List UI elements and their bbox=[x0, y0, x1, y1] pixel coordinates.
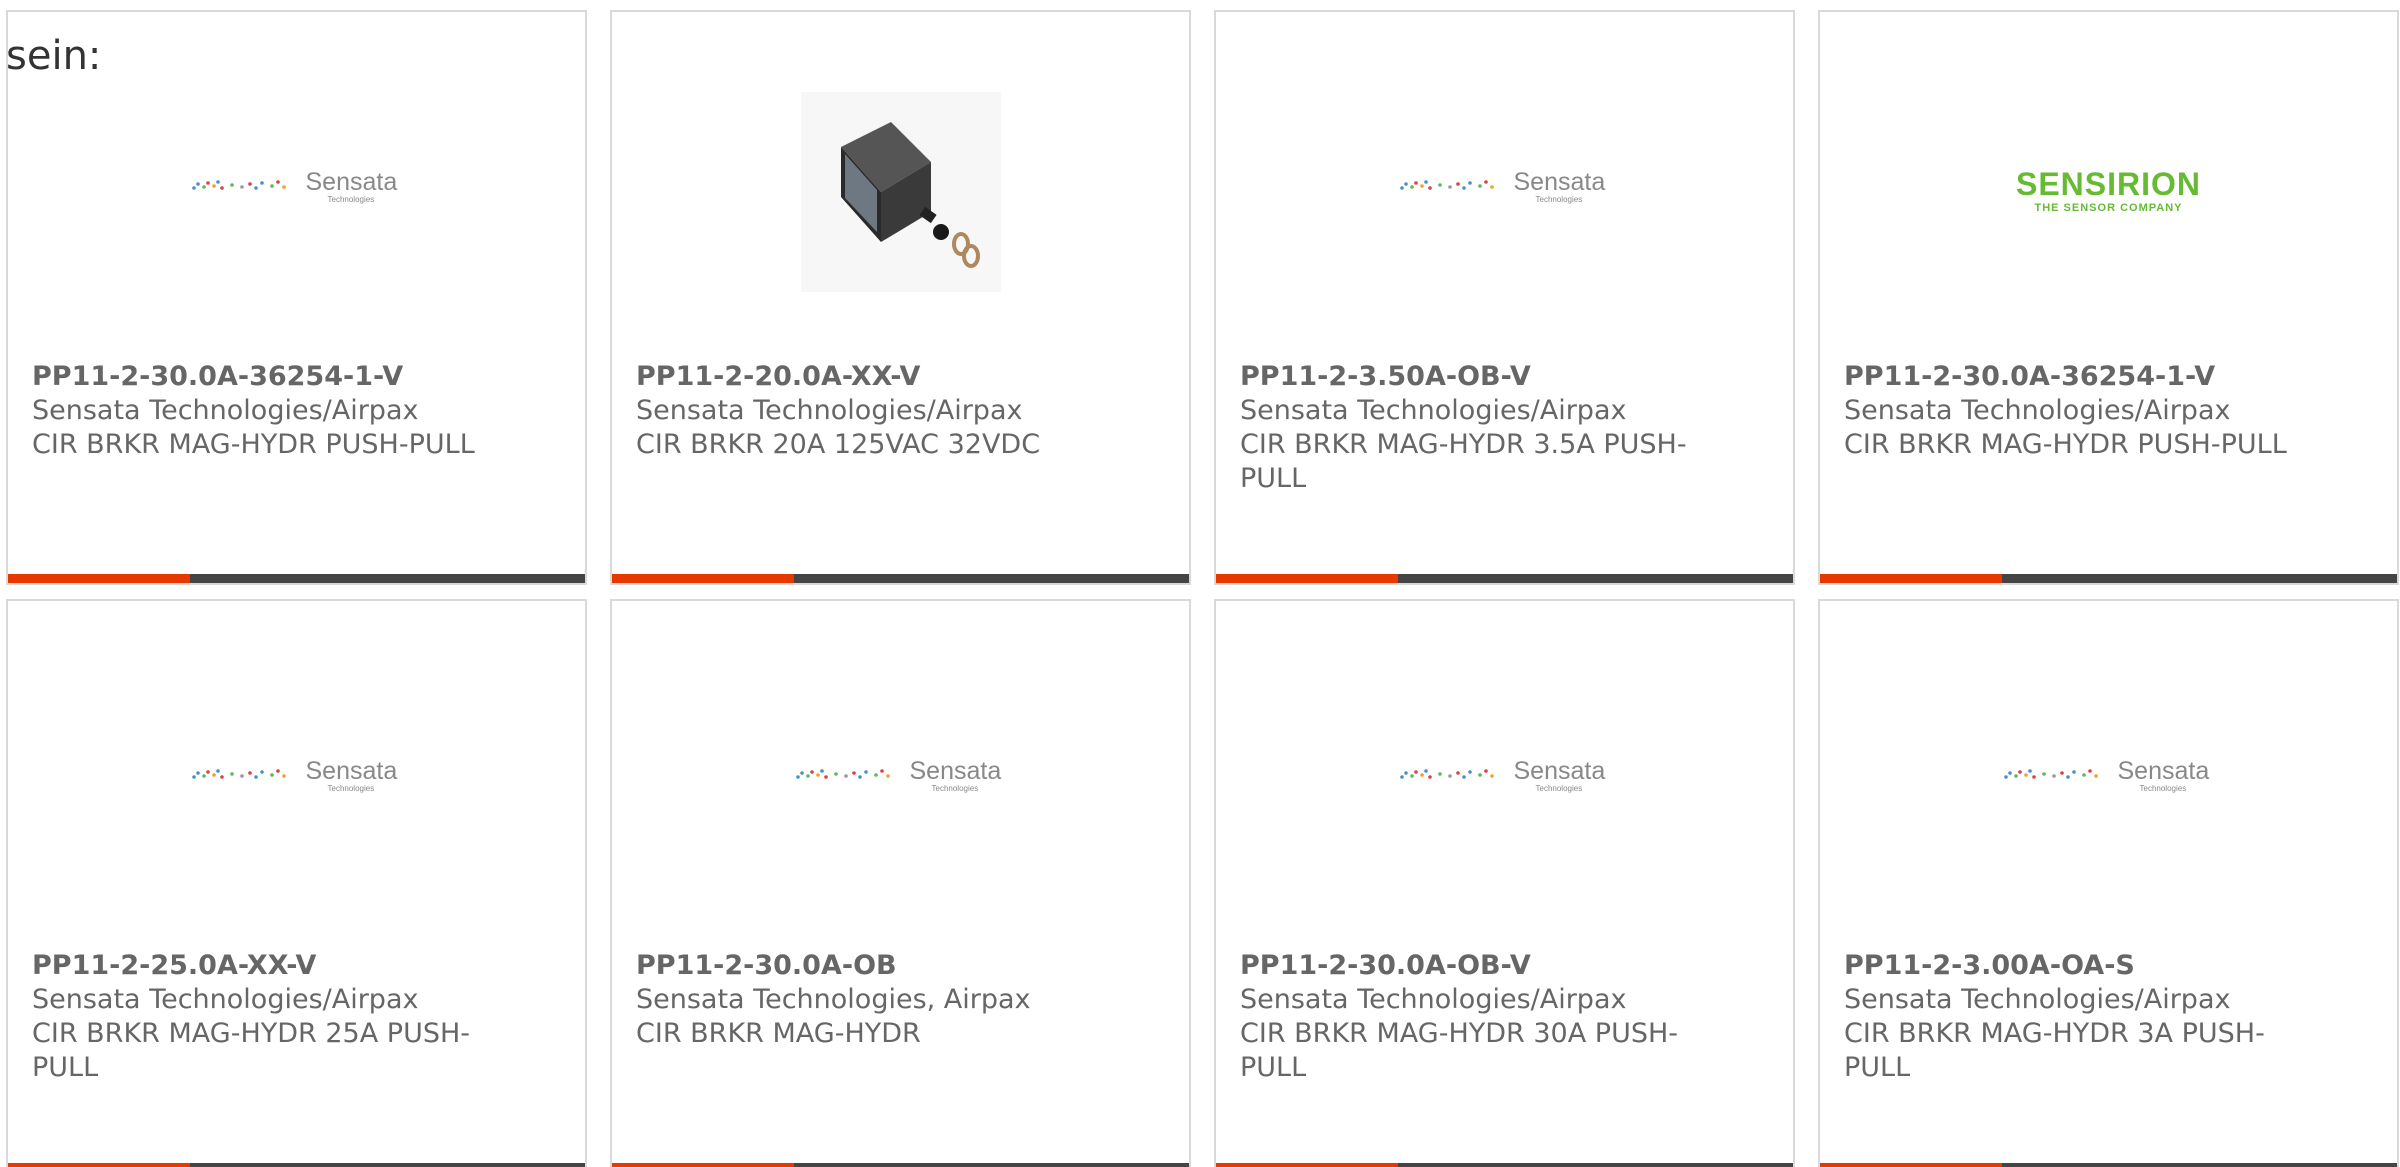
sensirion-wordmark: SENSIRION bbox=[2015, 166, 2202, 202]
card-footer-bar bbox=[1216, 574, 1793, 583]
product-card[interactable]: Sensata Technologies PP11-2-25.0A-XX-V Sens… bbox=[6, 599, 587, 1167]
product-image-area[interactable]: Sensata Technologies bbox=[1216, 12, 1793, 332]
sensata-logo: Sensata Technologies bbox=[1399, 757, 1610, 799]
product-info: PP11-2-20.0A-XX-V Sensata Technologies/Ai… bbox=[636, 360, 1096, 462]
product-info: PP11-2-30.0A-36254-1-V Sensata Technologi… bbox=[1844, 360, 2304, 462]
sensata-logo: Sensata Technologies bbox=[2003, 757, 2214, 799]
product-part-number[interactable]: PP11-2-30.0A-36254-1-V bbox=[1844, 360, 2304, 394]
product-info: PP11-2-30.0A-36254-1-V Sensata Technologi… bbox=[32, 360, 492, 462]
card-footer-bar bbox=[612, 1163, 1189, 1167]
product-manufacturer: Sensata Technologies, Airpax bbox=[636, 984, 1031, 1015]
card-footer-bar bbox=[1820, 1163, 2397, 1167]
product-image-area[interactable]: Sensata Technologies bbox=[1820, 601, 2397, 921]
product-description: CIR BRKR MAG-HYDR PUSH-PULL bbox=[1844, 429, 2287, 460]
product-description: CIR BRKR MAG-HYDR 3.5A PUSH-PULL bbox=[1240, 429, 1687, 494]
product-info: PP11-2-25.0A-XX-V Sensata Technologies/Ai… bbox=[32, 949, 492, 1085]
card-footer-bar bbox=[1820, 574, 2397, 583]
card-footer-accent bbox=[1216, 574, 1398, 583]
product-description: CIR BRKR MAG-HYDR PUSH-PULL bbox=[32, 429, 475, 460]
product-image-area[interactable]: Sensata Technologies bbox=[8, 601, 585, 921]
sensata-dots-icon bbox=[191, 769, 286, 779]
product-description: CIR BRKR MAG-HYDR 3A PUSH-PULL bbox=[1844, 1018, 2265, 1083]
sensata-subtitle: Technologies bbox=[327, 784, 375, 793]
product-card[interactable]: Sensata Technologies PP11-2-3.00A-OA-S Sens… bbox=[1818, 599, 2399, 1167]
sensata-dots-icon bbox=[1399, 769, 1494, 779]
sensata-subtitle: Technologies bbox=[2139, 784, 2187, 793]
product-part-number[interactable]: PP11-2-3.00A-OA-S bbox=[1844, 949, 2304, 983]
circuit-breaker-photo bbox=[800, 92, 1001, 292]
product-manufacturer: Sensata Technologies/Airpax bbox=[1844, 984, 2231, 1015]
sensata-wordmark: Sensata bbox=[305, 757, 398, 785]
product-manufacturer: Sensata Technologies/Airpax bbox=[1844, 395, 2231, 426]
product-part-number[interactable]: PP11-2-20.0A-XX-V bbox=[636, 360, 1096, 394]
product-card[interactable]: Sensata Technologies PP11-2-30.0A-OB Sensat… bbox=[610, 599, 1191, 1167]
sensata-wordmark: Sensata bbox=[305, 168, 398, 196]
product-info: PP11-2-3.00A-OA-S Sensata Technologies/Ai… bbox=[1844, 949, 2304, 1085]
sensata-logo: Sensata Technologies bbox=[795, 757, 1006, 799]
product-card[interactable]: Sensata Technologies PP11-2-30.0A-OB-V Sens… bbox=[1214, 599, 1795, 1167]
card-footer-accent bbox=[1216, 1163, 1398, 1167]
product-manufacturer: Sensata Technologies/Airpax bbox=[32, 984, 419, 1015]
card-footer-accent bbox=[8, 574, 190, 583]
product-description: CIR BRKR 20A 125VAC 32VDC bbox=[636, 429, 1041, 460]
card-footer-bar bbox=[8, 1163, 585, 1167]
sensata-subtitle: Technologies bbox=[931, 784, 979, 793]
sensata-wordmark: Sensata bbox=[909, 757, 1002, 785]
sensata-subtitle: Technologies bbox=[327, 195, 375, 204]
product-part-number[interactable]: PP11-2-30.0A-OB-V bbox=[1240, 949, 1700, 983]
sensata-subtitle: Technologies bbox=[1535, 784, 1583, 793]
product-info: PP11-2-3.50A-OB-V Sensata Technologies/Ai… bbox=[1240, 360, 1700, 496]
card-footer-accent bbox=[8, 1163, 190, 1167]
product-image-area[interactable] bbox=[612, 12, 1189, 332]
sensata-dots-icon bbox=[2003, 769, 2098, 779]
product-description: CIR BRKR MAG-HYDR bbox=[636, 1018, 921, 1049]
product-manufacturer: Sensata Technologies/Airpax bbox=[1240, 984, 1627, 1015]
product-info: PP11-2-30.0A-OB Sensata Technologies, Air… bbox=[636, 949, 1096, 1051]
product-image-area[interactable]: Sensata Technologies bbox=[612, 601, 1189, 921]
sensata-dots-icon bbox=[795, 769, 890, 779]
card-footer-bar bbox=[1216, 1163, 1793, 1167]
sensata-dots-icon bbox=[191, 180, 286, 190]
product-card[interactable]: Sensata Technologies PP11-2-30.0A-36254-1-… bbox=[6, 10, 587, 585]
product-card[interactable]: SENSIRION THE SENSOR COMPANY PP11-2-30.0A-… bbox=[1818, 10, 2399, 585]
product-grid-page: sein: Sensata Technologies PP11-2-30.0A-36… bbox=[0, 0, 2400, 1167]
sensata-logo: Sensata Technologies bbox=[191, 168, 402, 210]
card-footer-bar bbox=[612, 574, 1189, 583]
sensata-dots-icon bbox=[1399, 180, 1494, 190]
sensata-logo: Sensata Technologies bbox=[191, 757, 402, 799]
card-footer-bar bbox=[8, 574, 585, 583]
product-image-area[interactable]: SENSIRION THE SENSOR COMPANY bbox=[1820, 12, 2397, 332]
sensata-logo: Sensata Technologies bbox=[1399, 168, 1610, 210]
product-manufacturer: Sensata Technologies/Airpax bbox=[636, 395, 1023, 426]
card-footer-accent bbox=[1820, 1163, 2002, 1167]
product-info: PP11-2-30.0A-OB-V Sensata Technologies/Ai… bbox=[1240, 949, 1700, 1085]
product-description: CIR BRKR MAG-HYDR 30A PUSH-PULL bbox=[1240, 1018, 1679, 1083]
sensata-wordmark: Sensata bbox=[2117, 757, 2210, 785]
sensirion-logo: SENSIRION THE SENSOR COMPANY bbox=[1999, 168, 2219, 214]
intro-text: sein: bbox=[6, 33, 102, 79]
product-part-number[interactable]: PP11-2-30.0A-OB bbox=[636, 949, 1096, 983]
product-manufacturer: Sensata Technologies/Airpax bbox=[1240, 395, 1627, 426]
product-part-number[interactable]: PP11-2-3.50A-OB-V bbox=[1240, 360, 1700, 394]
sensata-wordmark: Sensata bbox=[1513, 168, 1606, 196]
card-footer-accent bbox=[1820, 574, 2002, 583]
sensata-wordmark: Sensata bbox=[1513, 757, 1606, 785]
product-image-area[interactable]: Sensata Technologies bbox=[1216, 601, 1793, 921]
sensirion-tagline: THE SENSOR COMPANY bbox=[2034, 202, 2183, 214]
sensata-subtitle: Technologies bbox=[1535, 195, 1583, 204]
product-manufacturer: Sensata Technologies/Airpax bbox=[32, 395, 419, 426]
product-description: CIR BRKR MAG-HYDR 25A PUSH-PULL bbox=[32, 1018, 471, 1083]
product-card[interactable]: PP11-2-20.0A-XX-V Sensata Technologies/Ai… bbox=[610, 10, 1191, 585]
product-card[interactable]: Sensata Technologies PP11-2-3.50A-OB-V Sens… bbox=[1214, 10, 1795, 585]
card-footer-accent bbox=[612, 1163, 794, 1167]
card-footer-accent bbox=[612, 574, 794, 583]
product-part-number[interactable]: PP11-2-25.0A-XX-V bbox=[32, 949, 492, 983]
product-part-number[interactable]: PP11-2-30.0A-36254-1-V bbox=[32, 360, 492, 394]
